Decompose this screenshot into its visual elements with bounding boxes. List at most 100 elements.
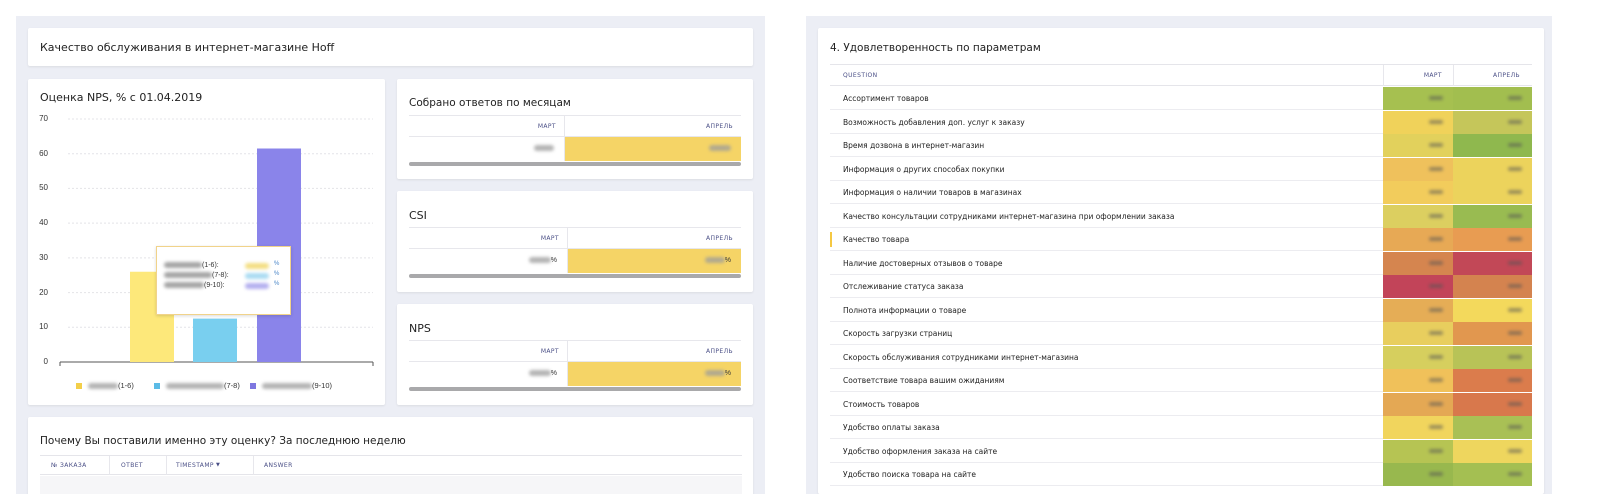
y-tick-label: 60 [39, 148, 48, 158]
sort-desc-icon[interactable]: ▼ [216, 456, 220, 475]
y-tick-label: 40 [39, 218, 48, 228]
csi-card: CSI МАРТ АПРЕЛЬ % % [397, 191, 753, 292]
question-label: Стоимость товаров [843, 399, 920, 409]
left-dashboard-panel: Качество обслуживания в интернет-магазин… [16, 16, 765, 494]
table-row[interactable]: Скорость обслуживания сотрудниками интер… [830, 345, 1532, 369]
col-header-april[interactable]: АПРЕЛЬ [567, 228, 741, 250]
cell-march [1383, 369, 1453, 392]
question-label: Информация о наличии товаров в магазинах [843, 188, 1022, 197]
satisfaction-table-header: QUESTION МАРТ АПРЕЛЬ [830, 64, 1532, 86]
table-row[interactable]: Скорость загрузки страниц [830, 322, 1532, 345]
cell-march [1383, 416, 1453, 439]
right-dashboard-panel: 4. Удовлетворенность по параметрам QUEST… [806, 16, 1552, 494]
cell-april [1453, 181, 1532, 204]
table-row[interactable]: Наличие достоверных отзывов о товаре [830, 251, 1532, 275]
cell-march [1383, 463, 1453, 486]
y-tick-label: 0 [43, 357, 48, 366]
col-header-april[interactable]: АПРЕЛЬ [1453, 65, 1532, 86]
table-row[interactable]: Удобство оформления заказа на сайте [830, 439, 1532, 463]
value-march: % [409, 362, 567, 386]
col-header-march[interactable]: МАРТ [409, 341, 567, 363]
card-title: Почему Вы поставили именно эту оценку? З… [40, 435, 406, 447]
tooltip-pct: % [274, 281, 280, 287]
question-label: Скорость загрузки страниц [843, 329, 953, 338]
cell-march [1383, 439, 1453, 463]
cell-march [1383, 110, 1453, 134]
table-row[interactable]: Качество консультации сотрудниками интер… [830, 204, 1532, 228]
nps-chart-card: Оценка NPS, % с 01.04.2019 0 10 20 30 40 50 60… [28, 79, 385, 405]
col-header-april[interactable]: АПРЕЛЬ [567, 341, 741, 363]
cell-april [1453, 204, 1532, 228]
tooltip-line: (1-6): [164, 261, 219, 270]
y-tick-label: 10 [39, 322, 48, 332]
satisfaction-card: 4. Удовлетворенность по параметрам QUEST… [818, 28, 1544, 494]
col-header-march[interactable]: МАРТ [409, 228, 567, 250]
tooltip-line: (7-8): [164, 271, 229, 280]
table-row[interactable]: Удобство оплаты заказа [830, 416, 1532, 439]
col-header-march[interactable]: МАРТ [1383, 65, 1454, 86]
nps-bar-chart [59, 118, 374, 366]
tooltip-line: (9-10): [164, 281, 225, 290]
cell-march [1383, 251, 1453, 275]
question-label: Скорость обслуживания сотрудниками интер… [843, 352, 1079, 362]
cell-april [1453, 87, 1532, 110]
table-row[interactable]: Соответствие товара вашим ожиданиям [830, 369, 1532, 392]
value-april [565, 137, 741, 161]
cell-april [1453, 134, 1532, 157]
page-title: Качество обслуживания в интернет-магазин… [40, 41, 335, 54]
cell-april [1453, 251, 1532, 275]
table-row[interactable]: Информация о наличии товаров в магазинах [830, 181, 1532, 204]
legend-item-9-10[interactable]: (9-10) [250, 381, 332, 390]
horizontal-scrollbar[interactable] [409, 274, 741, 278]
col-header-answer[interactable]: ОТВЕТ [121, 456, 143, 475]
table-row[interactable]: Ассортимент товаров [830, 87, 1532, 110]
table-row[interactable]: Стоимость товаров [830, 392, 1532, 416]
bar-7-8[interactable] [193, 318, 237, 362]
col-header-april[interactable]: АПРЕЛЬ [564, 116, 741, 138]
tooltip-value-blur [245, 273, 269, 279]
value-april: % [568, 362, 741, 386]
cell-march [1383, 87, 1453, 110]
chart-tooltip: (1-6): (7-8): (9-10): % % % [156, 246, 291, 315]
table-row[interactable]: Информация о других способах покупки [830, 157, 1532, 181]
question-label: Полнота информации о товаре [843, 305, 967, 315]
card-title: Собрано ответов по месяцам [409, 97, 571, 109]
cell-march [1383, 157, 1453, 181]
cell-march [1383, 204, 1453, 228]
question-label: Отслеживание статуса заказа [843, 282, 964, 291]
csi-table: МАРТ АПРЕЛЬ % % [409, 227, 741, 279]
table-row[interactable]: Полнота информации о товаре [830, 298, 1532, 322]
table-row[interactable]: Возможность добавления доп. услуг к зака… [830, 110, 1532, 134]
tooltip-value-blur [245, 263, 269, 269]
legend-item-1-6[interactable]: (1-6) [76, 381, 134, 390]
horizontal-scrollbar[interactable] [409, 387, 741, 391]
why-rating-card: Почему Вы поставили именно эту оценку? З… [28, 417, 753, 494]
table-row [40, 476, 742, 494]
question-label: Удобство поиска товара на сайте [843, 470, 977, 479]
tooltip-pct: % [274, 261, 280, 267]
cell-march [1383, 392, 1453, 416]
table-row[interactable]: Удобство поиска товара на сайте [830, 463, 1532, 486]
col-header-timestamp[interactable]: TIMESTAMP [176, 456, 214, 475]
cell-april [1453, 157, 1532, 181]
col-header-order-number[interactable]: № ЗАКАЗА [51, 456, 87, 475]
cell-march [1383, 228, 1453, 251]
nps-table: МАРТ АПРЕЛЬ % % [409, 340, 741, 392]
cell-april [1453, 322, 1532, 345]
legend-item-7-8[interactable]: (7-8) [154, 381, 240, 390]
col-header-answer-en[interactable]: ANSWER [264, 456, 293, 475]
table-row[interactable]: Отслеживание статуса заказа [830, 275, 1532, 298]
cell-april [1453, 275, 1532, 298]
answers-table: МАРТ АПРЕЛЬ [409, 115, 741, 167]
col-header-march[interactable]: МАРТ [409, 116, 564, 138]
table-row[interactable]: Качество товара [830, 228, 1532, 251]
question-label: Удобство оформления заказа на сайте [843, 446, 998, 456]
horizontal-scrollbar[interactable] [409, 162, 741, 166]
nps-card: NPS МАРТ АПРЕЛЬ % % [397, 304, 753, 405]
table-row[interactable]: Время дозвона в интернет-магазин [830, 134, 1532, 157]
col-header-question[interactable]: QUESTION [843, 65, 878, 86]
cell-april [1453, 416, 1532, 439]
cell-march [1383, 322, 1453, 345]
value-march: % [409, 249, 567, 273]
cell-april [1453, 392, 1532, 416]
